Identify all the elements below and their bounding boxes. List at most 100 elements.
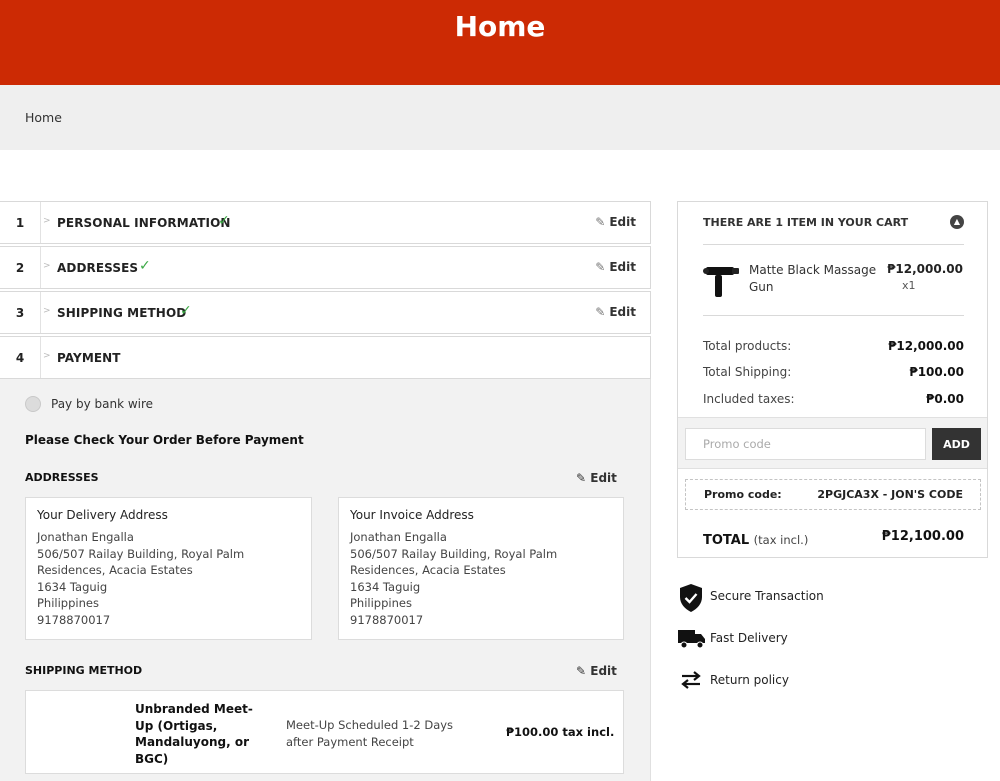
step-payment: 4 > PAYMENT — [0, 336, 651, 379]
pencil-icon: ✎ — [576, 664, 587, 678]
breadcrumb-home-link[interactable]: Home — [25, 110, 62, 125]
address-line: 1634 Taguig — [350, 579, 421, 594]
applied-promo-code: Promo code: 2PGJCA3X - JON'S CODE — [685, 479, 981, 510]
divider — [703, 315, 964, 316]
row-label: Total Shipping: — [703, 365, 792, 379]
step-number: 1 — [0, 202, 41, 243]
total-label: TOTAL — [703, 533, 750, 548]
row-value: ₱0.00 — [926, 392, 964, 406]
edit-label: Edit — [609, 305, 636, 319]
shield-check-icon — [680, 584, 702, 612]
address-line: 1634 Taguig — [37, 579, 108, 594]
bank-wire-label[interactable]: Pay by bank wire — [51, 397, 153, 411]
included-taxes-row: Included taxes: ₱0.00 — [703, 392, 964, 406]
address-line: 9178870017 — [37, 612, 111, 627]
edit-personal-information-button[interactable]: ✎ Edit — [595, 215, 636, 229]
carrier-name: Unbranded Meet-Up (Ortigas, Mandaluyong,… — [135, 702, 253, 766]
bank-wire-radio[interactable] — [25, 396, 41, 412]
step-shipping-method[interactable]: 3 > SHIPPING METHOD ✓ ✎ Edit — [0, 291, 651, 334]
delivery-address-card: Your Delivery Address Jonathan Engalla 5… — [25, 497, 312, 640]
address-line: Philippines — [37, 596, 99, 611]
chevron-right-icon: > — [43, 261, 51, 271]
cart-heading: THERE ARE 1 ITEM IN YOUR CART — [703, 216, 909, 229]
edit-shipping-link[interactable]: ✎ Edit — [576, 664, 617, 678]
carrier-price: ₱100.00 tax incl. — [506, 725, 615, 739]
promo-add-button[interactable]: ADD — [932, 428, 981, 460]
step-title: PAYMENT — [57, 351, 121, 365]
reassurance-returns: Return policy — [678, 667, 978, 697]
page-title: Home — [454, 10, 546, 43]
step-number: 2 — [0, 247, 41, 288]
applied-promo-label: Promo code: — [704, 488, 782, 501]
invoice-address-card: Your Invoice Address Jonathan Engalla 50… — [338, 497, 624, 640]
site-header: Home — [0, 0, 1000, 85]
address-line: Philippines — [350, 596, 412, 611]
total-products-row: Total products: ₱12,000.00 — [703, 339, 964, 353]
step-title: SHIPPING METHOD — [57, 306, 187, 320]
pencil-icon: ✎ — [595, 305, 606, 319]
total-shipping-row: Total Shipping: ₱100.00 — [703, 365, 964, 379]
cart-summary: THERE ARE 1 ITEM IN YOUR CART ▲ Matte Bl… — [677, 201, 988, 558]
promo-code-form: ADD — [678, 417, 987, 469]
address-line: 506/507 Railay Building, Royal Palm — [350, 546, 558, 561]
breadcrumb: Home — [0, 85, 1000, 150]
invoice-address-lines: Jonathan Engalla 506/507 Railay Building… — [350, 529, 557, 629]
checkmark-icon: ✓ — [180, 303, 192, 319]
address-line: Jonathan Engalla — [350, 530, 447, 544]
addresses-heading: ADDRESSES — [25, 471, 99, 484]
edit-addresses-button[interactable]: ✎ Edit — [595, 260, 636, 274]
edit-addresses-link[interactable]: ✎ Edit — [576, 471, 617, 485]
step-title: PERSONAL INFORMATION — [57, 216, 231, 230]
pencil-icon: ✎ — [576, 471, 587, 485]
order-check-heading: Please Check Your Order Before Payment — [25, 433, 304, 447]
collapse-icon[interactable]: ▲ — [950, 215, 964, 229]
address-line: 9178870017 — [350, 612, 424, 627]
cart-total-row: TOTAL (tax incl.) ₱12,100.00 — [703, 529, 964, 548]
row-label: Total products: — [703, 339, 792, 353]
pencil-icon: ✎ — [595, 215, 606, 229]
delivery-address-lines: Jonathan Engalla 506/507 Railay Building… — [37, 529, 244, 629]
address-line: 506/507 Railay Building, Royal Palm — [37, 546, 245, 561]
row-value: ₱12,000.00 — [888, 339, 964, 353]
row-value: ₱100.00 — [909, 365, 964, 379]
checkmark-icon: ✓ — [218, 213, 230, 229]
edit-label: Edit — [609, 260, 636, 274]
shipping-method-card: Unbranded Meet-Up (Ortigas, Mandaluyong,… — [25, 690, 624, 774]
address-line: Residences, Acacia Estates — [350, 563, 506, 578]
step-number: 4 — [0, 337, 41, 378]
edit-label: Edit — [590, 664, 617, 678]
edit-label: Edit — [590, 471, 617, 485]
shipping-method-heading: SHIPPING METHOD — [25, 664, 143, 677]
product-quantity: x1 — [902, 279, 916, 292]
reassurance-secure: Secure Transaction — [678, 583, 978, 613]
chevron-right-icon: > — [43, 216, 51, 226]
divider — [703, 244, 964, 245]
step-addresses[interactable]: 2 > ADDRESSES ✓ ✎ Edit — [0, 246, 651, 289]
row-label: Included taxes: — [703, 392, 795, 406]
product-thumbnail[interactable] — [703, 261, 741, 299]
swap-arrows-icon — [681, 671, 701, 689]
invoice-address-title: Your Invoice Address — [350, 508, 474, 522]
step-personal-information[interactable]: 1 > PERSONAL INFORMATION ✓ ✎ Edit — [0, 201, 651, 244]
total-note: (tax incl.) — [753, 533, 809, 547]
delivery-address-title: Your Delivery Address — [37, 508, 168, 522]
reassurance-delivery: Fast Delivery — [678, 625, 978, 655]
truck-icon — [678, 630, 705, 649]
checkmark-icon: ✓ — [139, 258, 151, 274]
step-number: 3 — [0, 292, 41, 333]
edit-shipping-method-button[interactable]: ✎ Edit — [595, 305, 636, 319]
applied-promo-value: 2PGJCA3X - JON'S CODE — [817, 488, 963, 501]
address-line: Jonathan Engalla — [37, 530, 134, 544]
carrier-delay: Meet-Up Scheduled 1-2 Days after Payment… — [286, 718, 454, 749]
product-name[interactable]: Matte Black Massage Gun — [749, 262, 879, 295]
promo-code-input[interactable] — [685, 428, 926, 460]
total-value: ₱12,100.00 — [881, 529, 964, 544]
address-line: Residences, Acacia Estates — [37, 563, 193, 578]
step-title: ADDRESSES — [57, 261, 139, 275]
product-price: ₱12,000.00 — [887, 262, 963, 276]
pencil-icon: ✎ — [595, 260, 606, 274]
chevron-right-icon: > — [43, 306, 51, 316]
reassurance-label: Return policy — [710, 673, 789, 687]
reassurance-label: Fast Delivery — [710, 631, 788, 645]
reassurance-label: Secure Transaction — [710, 589, 824, 603]
